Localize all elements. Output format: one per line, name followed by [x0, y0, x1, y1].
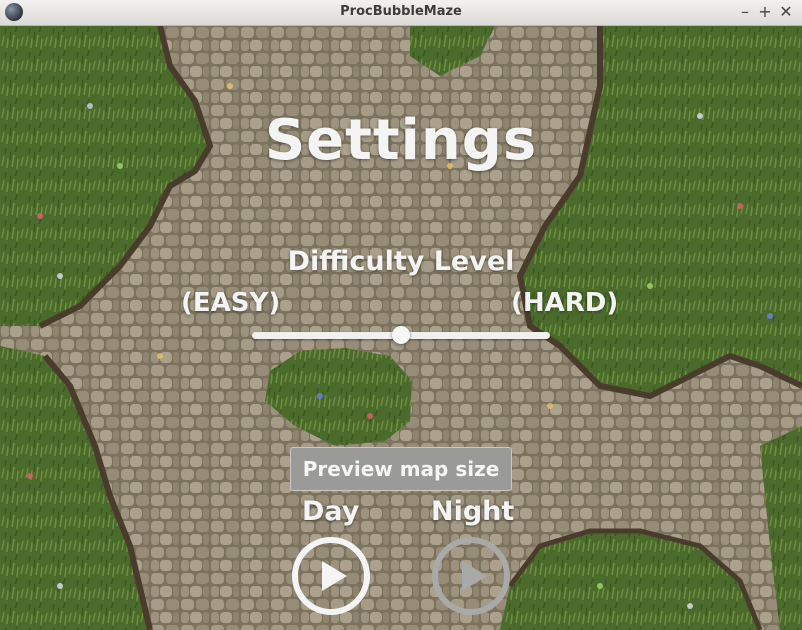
easy-label: (EASY)	[181, 288, 281, 318]
day-play-button[interactable]	[291, 536, 371, 616]
minimize-button[interactable]: –	[735, 2, 755, 22]
difficulty-slider-thumb[interactable]	[392, 326, 410, 344]
settings-title: Settings	[264, 108, 538, 173]
hard-label: (HARD)	[511, 288, 619, 318]
night-label: Night	[431, 496, 515, 527]
close-button[interactable]: ✕	[776, 2, 796, 22]
preview-map-size-button[interactable]: Preview map size	[290, 447, 512, 491]
play-icon	[462, 561, 487, 591]
game-window: ProcBubbleMaze – + ✕ Settings Difficulty…	[0, 0, 802, 630]
play-icon	[322, 561, 347, 591]
day-label: Day	[302, 496, 360, 527]
maximize-button[interactable]: +	[755, 2, 775, 22]
settings-scene: Settings Difficulty Level (EASY) (HARD) …	[0, 26, 802, 630]
window-title: ProcBubbleMaze	[340, 4, 462, 19]
difficulty-label: Difficulty Level	[287, 246, 515, 277]
title-bar: ProcBubbleMaze – + ✕	[0, 0, 802, 26]
night-play-button[interactable]	[431, 536, 511, 616]
